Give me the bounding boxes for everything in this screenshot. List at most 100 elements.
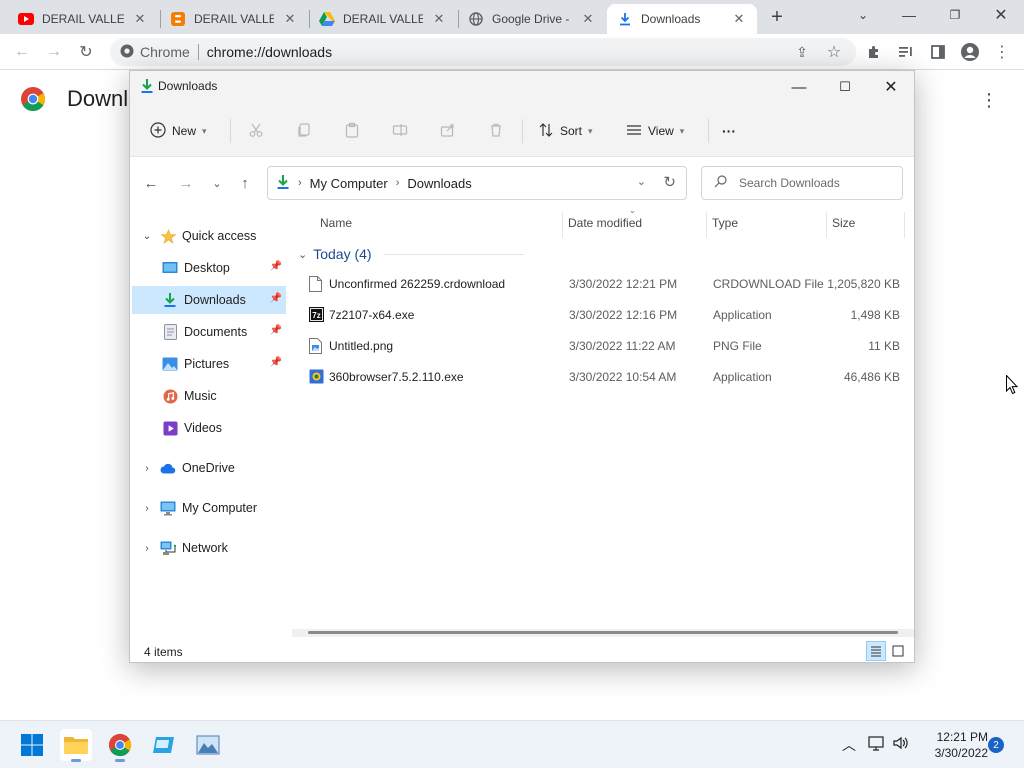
details-view-button[interactable] [866, 641, 886, 661]
column-header-date[interactable]: Date modified [568, 216, 642, 230]
media-icon[interactable] [894, 40, 918, 64]
divider [522, 119, 523, 143]
minimize-icon[interactable]: — [776, 71, 822, 103]
chevron-right-icon[interactable]: › [140, 463, 154, 474]
system-clock[interactable]: 12:21 PM 3/30/2022 [916, 729, 988, 761]
sidebar-item-videos[interactable]: Videos [132, 414, 286, 442]
file-row[interactable]: Untitled.png 3/30/2022 11:22 AM PNG File… [304, 332, 902, 360]
reload-icon[interactable]: ↻ [74, 40, 98, 64]
more-actions-icon[interactable]: ⋮ [980, 90, 998, 111]
sort-icon [538, 122, 554, 141]
column-header-name[interactable]: Name [320, 216, 352, 230]
file-date: 3/30/2022 12:16 PM [569, 308, 678, 322]
tab-search-icon[interactable]: ⌄ [840, 0, 886, 30]
notification-badge[interactable]: 2 [988, 737, 1004, 753]
file-row[interactable]: 360browser7.5.2.110.exe 3/30/2022 10:54 … [304, 363, 902, 391]
file-date: 3/30/2022 12:21 PM [569, 277, 678, 291]
recent-locations-icon[interactable]: ⌄ [206, 172, 228, 194]
chevron-down-icon[interactable]: ⌄ [140, 231, 154, 242]
search-box[interactable]: Search Downloads [701, 166, 903, 200]
taskbar-photos[interactable] [192, 729, 224, 761]
scrollbar-thumb[interactable] [308, 631, 898, 634]
close-icon[interactable]: ✕ [580, 11, 596, 27]
pictures-icon [162, 356, 178, 372]
close-icon[interactable]: ✕ [132, 11, 148, 27]
more-options-button[interactable]: ··· [722, 117, 736, 145]
windows-logo-icon [21, 734, 43, 756]
share-icon[interactable]: ⇪ [790, 40, 814, 64]
tab-title: Google Drive - D [492, 12, 572, 26]
file-name: Untitled.png [329, 339, 394, 353]
profile-avatar-icon[interactable] [958, 40, 982, 64]
taskbar-file-explorer[interactable] [60, 729, 92, 762]
tab-title: Downloads [641, 12, 701, 26]
cut-button[interactable] [248, 117, 264, 145]
tab-3[interactable]: Google Drive - D ✕ [458, 4, 606, 34]
maximize-icon[interactable]: ☐ [822, 71, 868, 103]
share-icon [440, 122, 456, 141]
minimize-icon[interactable]: — [886, 0, 932, 30]
paste-button[interactable] [344, 117, 360, 145]
new-button[interactable]: New ▾ [150, 117, 207, 145]
close-window-icon[interactable]: ✕ [868, 71, 914, 103]
window-titlebar: Downloads — ☐ ✕ [130, 71, 914, 103]
bookmark-star-icon[interactable]: ☆ [822, 40, 846, 64]
share-button[interactable] [440, 117, 456, 145]
forward-icon[interactable]: → [42, 40, 66, 64]
horizontal-scrollbar[interactable] [292, 629, 914, 637]
chevron-right-icon[interactable]: › [140, 543, 154, 554]
sidebar-item-desktop[interactable]: Desktop 📌 [132, 254, 286, 282]
sort-button[interactable]: Sort ▾ [538, 117, 593, 145]
address-breadcrumb[interactable]: › My Computer › Downloads ⌄ ↻ [267, 166, 687, 200]
file-type: PNG File [713, 339, 762, 353]
sidebar-item-onedrive[interactable]: › OneDrive [132, 454, 286, 482]
refresh-icon[interactable]: ↻ [663, 173, 676, 191]
extensions-icon[interactable] [862, 40, 886, 64]
taskbar-chrome[interactable] [104, 729, 136, 762]
volume-icon[interactable] [892, 735, 910, 754]
back-icon[interactable]: ← [10, 40, 34, 64]
sidebar-item-pictures[interactable]: Pictures 📌 [132, 350, 286, 378]
browser-menu-icon[interactable]: ⋮ [990, 40, 1014, 64]
tab-4[interactable]: Downloads ✕ [607, 4, 757, 34]
group-header-today[interactable]: ⌄ Today (4) [298, 246, 524, 262]
close-icon[interactable]: ✕ [282, 11, 298, 27]
tiles-view-button[interactable] [888, 641, 908, 661]
file-row[interactable]: 7z 7z2107-x64.exe 3/30/2022 12:16 PM App… [304, 301, 902, 329]
chevron-right-icon[interactable]: › [140, 503, 154, 514]
file-row[interactable]: Unconfirmed 262259.crdownload 3/30/2022 … [304, 270, 902, 298]
taskbar-app[interactable] [148, 729, 180, 761]
sidebar-item-network[interactable]: › Network [132, 534, 286, 562]
delete-button[interactable] [488, 117, 504, 145]
up-icon[interactable]: ↑ [234, 172, 256, 194]
rename-button[interactable] [392, 117, 408, 145]
restore-icon[interactable]: ❐ [932, 0, 978, 30]
close-window-icon[interactable]: ✕ [978, 0, 1024, 30]
sidebar-item-quick-access[interactable]: ⌄ Quick access [132, 222, 286, 250]
breadcrumb-my-computer[interactable]: My Computer [310, 176, 388, 191]
download-folder-icon [276, 174, 290, 193]
address-bar[interactable]: Chrome chrome://downloads [110, 38, 856, 66]
side-panel-icon[interactable] [926, 40, 950, 64]
network-status-icon[interactable] [868, 735, 886, 754]
column-header-size[interactable]: Size [832, 216, 855, 230]
close-icon[interactable]: ✕ [431, 11, 447, 27]
close-icon[interactable]: ✕ [731, 11, 747, 27]
sidebar-item-my-computer[interactable]: › My Computer [132, 494, 286, 522]
column-header-type[interactable]: Type [712, 216, 738, 230]
copy-button[interactable] [296, 117, 312, 145]
start-button[interactable] [16, 729, 48, 761]
tab-0[interactable]: DERAIL VALLEY ✕ [8, 4, 158, 34]
breadcrumb-downloads[interactable]: Downloads [407, 176, 471, 191]
back-icon[interactable]: ← [140, 172, 162, 194]
new-tab-button[interactable]: + [766, 6, 788, 28]
forward-icon[interactable]: → [175, 172, 197, 194]
chevron-up-icon[interactable]: ︿ [842, 735, 856, 755]
sidebar-item-documents[interactable]: Documents 📌 [132, 318, 286, 346]
chevron-down-icon[interactable]: ⌄ [637, 175, 646, 188]
sidebar-item-music[interactable]: Music [132, 382, 286, 410]
view-button[interactable]: View ▾ [626, 117, 684, 145]
tab-2[interactable]: DERAIL VALLEY ✕ [309, 4, 457, 34]
tab-1[interactable]: DERAIL VALLEY ✕ [160, 4, 308, 34]
sidebar-item-downloads[interactable]: Downloads 📌 [132, 286, 286, 314]
